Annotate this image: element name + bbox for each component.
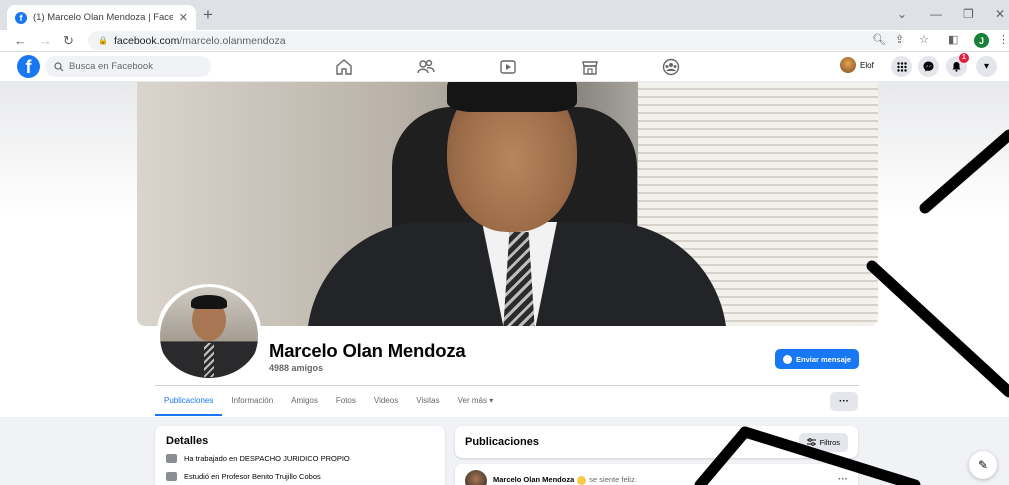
profile-name: Marcelo Olan Mendoza bbox=[269, 340, 466, 361]
send-message-label: Enviar mensaje bbox=[795, 354, 852, 364]
details-item: Ha trabajado en DESPACHO JURIDICO PROPIO bbox=[166, 454, 434, 463]
minimize-icon[interactable]: — bbox=[930, 7, 942, 21]
marketplace-icon[interactable] bbox=[580, 57, 600, 77]
details-education: Estudió en Profesor Benito Trujillo Cobo… bbox=[184, 472, 321, 481]
url-domain: facebook.com bbox=[113, 34, 180, 47]
url-field[interactable]: 🔒 facebook.com/marcelo.olanmendoza bbox=[88, 31, 904, 50]
details-card: Detalles Ha trabajado en DESPACHO JURIDI… bbox=[155, 426, 445, 485]
lock-icon: 🔒 bbox=[98, 36, 108, 45]
account-chevron-icon[interactable]: ▾ bbox=[976, 56, 997, 77]
search-placeholder: Busca en Facebook bbox=[69, 61, 153, 72]
details-title: Detalles bbox=[166, 435, 209, 447]
watch-icon[interactable] bbox=[498, 57, 518, 77]
tab-ver-mas[interactable]: Ver más ▾ bbox=[449, 386, 503, 416]
friends-count[interactable]: 4988 amigos bbox=[269, 363, 323, 373]
tab-informacion[interactable]: Información bbox=[222, 386, 282, 416]
share-icon[interactable]: ⇪ bbox=[895, 33, 904, 46]
close-tab-icon[interactable]: ✕ bbox=[179, 11, 188, 24]
tab-videos[interactable]: Videos bbox=[365, 386, 407, 416]
new-message-compose-icon[interactable]: ✎ bbox=[969, 451, 997, 479]
browser-tab-bar: f (1) Marcelo Olan Mendoza | Face ✕ + ⌄ … bbox=[0, 0, 1009, 30]
graduation-cap-icon bbox=[166, 472, 177, 481]
reload-icon[interactable]: ↻ bbox=[63, 33, 74, 49]
briefcase-icon bbox=[166, 454, 177, 463]
post-options-button[interactable]: ··· bbox=[838, 474, 848, 485]
browser-profile-avatar[interactable]: J bbox=[974, 33, 989, 48]
facebook-favicon-icon: f bbox=[15, 11, 27, 24]
filters-button[interactable]: Filtros bbox=[798, 432, 848, 452]
tab-visitas[interactable]: Visitas bbox=[407, 386, 448, 416]
feeling-emoji-icon bbox=[577, 475, 587, 485]
cover-photo[interactable] bbox=[137, 82, 878, 326]
filters-icon bbox=[806, 438, 816, 446]
browser-tab[interactable]: f (1) Marcelo Olan Mendoza | Face ✕ bbox=[7, 5, 196, 30]
new-tab-icon[interactable]: + bbox=[203, 5, 213, 25]
messenger-icon[interactable] bbox=[918, 56, 939, 77]
filters-label: Filtros bbox=[819, 437, 840, 447]
messenger-icon bbox=[782, 354, 792, 364]
restore-icon[interactable]: ❐ bbox=[963, 7, 974, 21]
publications-header-card: Publicaciones Filtros bbox=[455, 426, 858, 458]
tab-publicaciones[interactable]: Publicaciones bbox=[155, 386, 223, 416]
user-short-name: Elof bbox=[860, 60, 874, 70]
menu-grid-icon[interactable] bbox=[891, 56, 912, 77]
back-icon[interactable]: ← bbox=[14, 33, 27, 48]
tab-amigos[interactable]: Amigos bbox=[282, 386, 327, 416]
url-path: /marcelo.olanmendoza bbox=[179, 34, 286, 47]
chevron-down-icon[interactable]: ⌄ bbox=[897, 7, 907, 21]
notifications-badge: 1 bbox=[959, 53, 969, 63]
friends-icon[interactable] bbox=[416, 57, 436, 77]
address-bar-row: ← → ↻ 🔒 facebook.com/marcelo.olanmendoza… bbox=[0, 30, 1009, 52]
tab-title: (1) Marcelo Olan Mendoza | Face bbox=[33, 12, 173, 23]
send-message-button[interactable]: Enviar mensaje bbox=[775, 349, 859, 369]
post-header: Marcelo Olan Mendoza se siente feliz. bbox=[493, 475, 637, 485]
zoom-icon[interactable]: 🔍︎ bbox=[872, 33, 886, 46]
publications-title: Publicaciones bbox=[465, 436, 539, 448]
browser-menu-icon[interactable]: ⋮ bbox=[998, 33, 1009, 46]
post-feeling-text: se siente feliz. bbox=[589, 475, 637, 484]
post-author-avatar[interactable] bbox=[465, 470, 487, 485]
facebook-search-input[interactable]: Busca en Facebook bbox=[45, 56, 211, 77]
post-author-name[interactable]: Marcelo Olan Mendoza bbox=[493, 475, 574, 484]
groups-icon[interactable] bbox=[661, 57, 681, 77]
details-work: Ha trabajado en DESPACHO JURIDICO PROPIO bbox=[184, 454, 350, 463]
close-window-icon[interactable]: ✕ bbox=[995, 7, 1005, 21]
tab-fotos[interactable]: Fotos bbox=[327, 386, 365, 416]
forward-icon[interactable]: → bbox=[39, 33, 52, 48]
details-item: Estudió en Profesor Benito Trujillo Cobo… bbox=[166, 472, 434, 481]
home-icon[interactable] bbox=[334, 57, 354, 77]
search-icon bbox=[54, 61, 64, 71]
bookmark-star-icon[interactable]: ☆ bbox=[919, 33, 929, 46]
facebook-logo[interactable]: f bbox=[17, 55, 40, 78]
user-avatar bbox=[840, 57, 856, 73]
post-card: Marcelo Olan Mendoza se siente feliz. ··· bbox=[455, 464, 858, 485]
profile-picture[interactable] bbox=[157, 284, 261, 378]
profile-more-button[interactable]: ··· bbox=[830, 392, 858, 411]
user-profile-shortcut[interactable]: Elof bbox=[840, 57, 874, 73]
facebook-top-bar: f Busca en Facebook 9+ Elof 1 ▾ bbox=[0, 52, 1009, 117]
profile-tabs: Publicaciones Información Amigos Fotos V… bbox=[155, 386, 502, 416]
side-panel-icon[interactable]: ◧ bbox=[948, 33, 958, 46]
